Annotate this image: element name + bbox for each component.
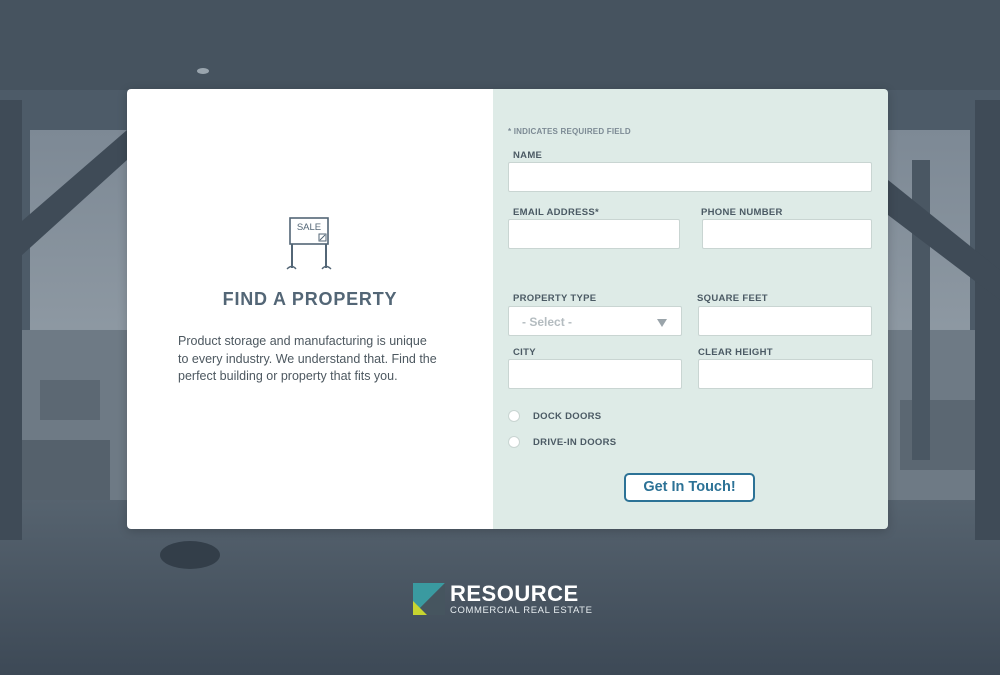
name-field[interactable] — [508, 162, 872, 192]
email-label: EMAIL ADDRESS* — [513, 207, 600, 218]
drive-in-doors-radio[interactable] — [508, 436, 520, 448]
clear-height-field[interactable] — [698, 359, 873, 389]
city-label: CITY — [513, 347, 536, 358]
property-type-label: PROPERTY TYPE — [513, 293, 597, 304]
chevron-down-icon — [657, 319, 667, 327]
dock-doors-radio[interactable] — [508, 410, 520, 422]
drive-in-doors-label: DRIVE-IN DOORS — [533, 437, 617, 448]
property-type-selected: - Select - — [522, 315, 573, 329]
contact-form: * INDICATES REQUIRED FIELD NAME EMAIL AD… — [493, 89, 888, 529]
logo-name: RESOURCE — [450, 581, 579, 606]
dock-doors-label: DOCK DOORS — [533, 411, 602, 422]
page-title: FIND A PROPERTY — [222, 289, 398, 309]
intro-panel: SALE FIND A PROPERTY Product storage and… — [127, 89, 493, 529]
intro-description: Product storage and manufacturing is uni… — [178, 334, 437, 383]
email-field[interactable] — [508, 219, 680, 249]
find-property-card: SALE FIND A PROPERTY Product storage and… — [127, 89, 888, 529]
square-feet-label: SQUARE FEET — [697, 293, 768, 304]
sign-text: SALE — [297, 222, 321, 233]
resource-logo-mark-icon — [413, 583, 445, 615]
square-feet-field[interactable] — [698, 306, 872, 336]
get-in-touch-button[interactable]: Get In Touch! — [624, 473, 755, 502]
resource-logo: RESOURCE COMMERCIAL REAL ESTATE — [413, 581, 593, 617]
phone-label: PHONE NUMBER — [701, 207, 783, 218]
phone-field[interactable] — [702, 219, 872, 249]
name-label: NAME — [513, 150, 543, 161]
property-type-select[interactable]: - Select - — [508, 306, 682, 336]
required-field-note: * INDICATES REQUIRED FIELD — [508, 127, 631, 136]
city-field[interactable] — [508, 359, 682, 389]
for-sale-sign-icon: SALE — [286, 217, 332, 270]
logo-subtitle: COMMERCIAL REAL ESTATE — [450, 605, 593, 616]
clear-height-label: CLEAR HEIGHT — [698, 347, 773, 358]
